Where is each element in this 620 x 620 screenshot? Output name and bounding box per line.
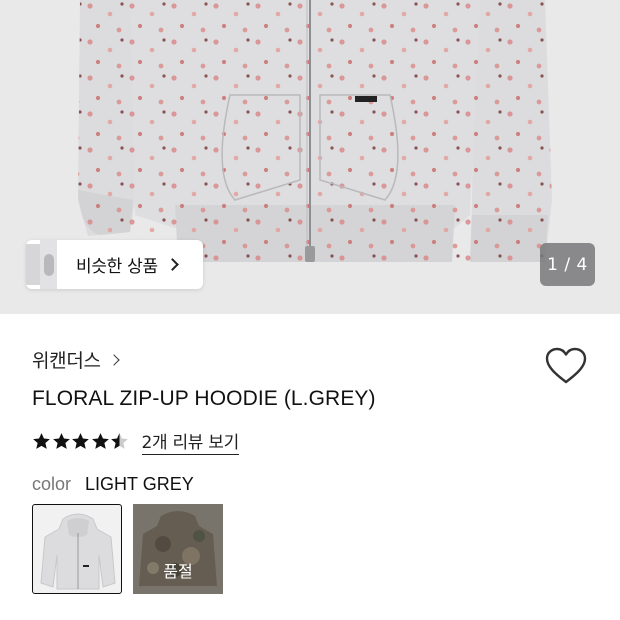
image-page-counter: 1 / 4: [540, 243, 595, 286]
hoodie-thumbnail: [40, 513, 116, 590]
color-value: LIGHT GREY: [85, 474, 194, 494]
color-label: color: [32, 474, 72, 494]
star-icon: [52, 432, 71, 451]
star-icon: [71, 432, 90, 451]
review-link[interactable]: 2개 리뷰 보기: [141, 428, 239, 455]
color-row: color LIGHT GREY: [32, 474, 194, 495]
brand-link[interactable]: 위캔더스: [32, 346, 120, 373]
color-swatch-camo[interactable]: 품절: [133, 504, 223, 594]
color-swatch-light-grey[interactable]: [32, 504, 122, 594]
chevron-right-icon: [165, 258, 179, 271]
similar-products-label: 비슷한 상품: [76, 257, 158, 277]
similar-products-thumbnails: [26, 240, 58, 289]
star-icon: [110, 432, 129, 451]
similar-products-button[interactable]: 비슷한 상품: [26, 240, 203, 289]
star-icon: [32, 432, 51, 451]
heart-outline-icon[interactable]: [544, 346, 588, 386]
product-image-gallery[interactable]: 비슷한 상품 1 / 4: [0, 0, 620, 314]
sold-out-label: 품절: [163, 562, 193, 581]
chevron-right-icon: [108, 353, 120, 366]
star-icon: [91, 432, 110, 451]
brand-name: 위캔더스: [32, 350, 101, 372]
rating-row: 2개 리뷰 보기: [32, 428, 239, 455]
star-rating: [32, 432, 130, 451]
sold-out-overlay: 품절: [133, 504, 223, 594]
product-title: FLORAL ZIP-UP HOODIE (L.GREY): [32, 387, 376, 410]
